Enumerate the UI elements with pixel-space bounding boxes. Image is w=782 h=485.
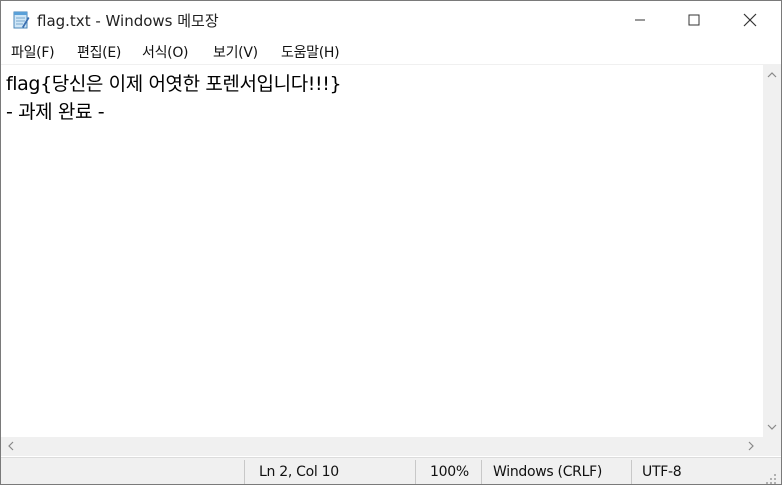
notepad-icon [12, 10, 30, 30]
window-title: flag.txt - Windows 메모장 [37, 12, 219, 30]
status-zoom: 100% [430, 464, 469, 480]
scroll-up-icon[interactable] [764, 67, 780, 83]
title-bar[interactable]: flag.txt - Windows 메모장 [1, 1, 781, 39]
resize-grip-icon[interactable] [765, 470, 777, 484]
scroll-right-icon[interactable] [743, 438, 759, 454]
status-divider [481, 460, 482, 484]
status-divider [415, 460, 416, 484]
close-icon [743, 13, 757, 27]
scroll-left-icon[interactable] [3, 438, 19, 454]
vertical-scrollbar[interactable] [763, 65, 781, 437]
minimize-icon [634, 14, 646, 26]
status-bar: Ln 2, Col 10 100% Windows (CRLF) UTF-8 [1, 457, 781, 484]
menu-format[interactable]: 서식(O) [142, 42, 189, 62]
maximize-button[interactable] [667, 1, 721, 39]
scrollbar-corner [763, 437, 781, 456]
menu-edit[interactable]: 편집(E) [77, 42, 121, 62]
status-divider [631, 460, 632, 484]
horizontal-scrollbar[interactable] [1, 437, 763, 456]
menu-bar: 파일(F) 편집(E) 서식(O) 보기(V) 도움말(H) [1, 39, 781, 65]
notepad-window: flag.txt - Windows 메모장 파일(F) 편집(E) 서식(O)… [0, 0, 782, 485]
status-line-ending: Windows (CRLF) [493, 464, 603, 480]
text-line: flag{당신은 이제 어엿한 포렌서입니다!!!} [6, 73, 342, 95]
minimize-button[interactable] [613, 1, 667, 39]
maximize-icon [688, 14, 700, 26]
text-line: - 과제 완료 - [6, 101, 105, 123]
scroll-down-icon[interactable] [764, 419, 780, 435]
status-divider [244, 460, 245, 484]
text-editor[interactable]: flag{당신은 이제 어엿한 포렌서입니다!!!} - 과제 완료 - [1, 65, 763, 437]
status-cursor-position: Ln 2, Col 10 [259, 464, 339, 480]
menu-help[interactable]: 도움말(H) [281, 42, 340, 62]
menu-view[interactable]: 보기(V) [213, 42, 258, 62]
status-encoding: UTF-8 [642, 464, 682, 480]
menu-file[interactable]: 파일(F) [11, 42, 55, 62]
close-button[interactable] [723, 1, 777, 39]
